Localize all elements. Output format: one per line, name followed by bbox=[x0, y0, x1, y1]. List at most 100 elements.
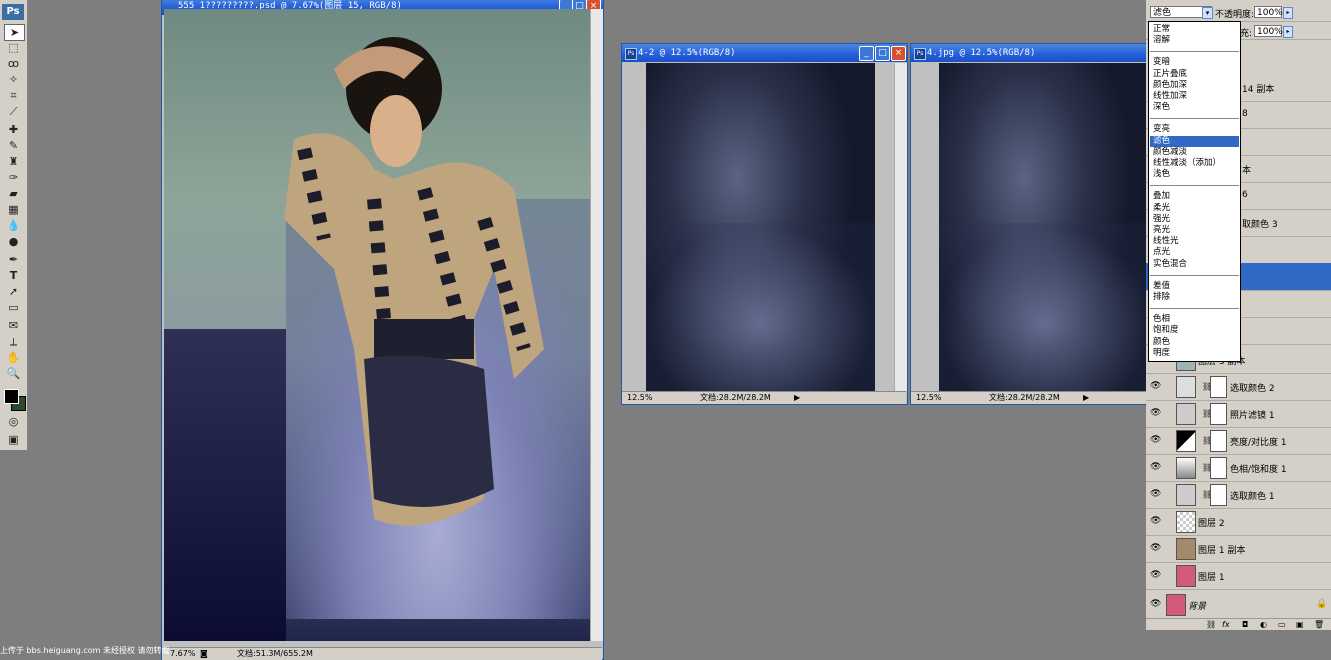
layer-row[interactable]: 👁 图层 1 副本 bbox=[1146, 535, 1331, 563]
foreground-color-swatch[interactable] bbox=[4, 389, 19, 404]
pen-tool-icon[interactable]: ✒ bbox=[4, 252, 23, 267]
layer-mask-thumbnail[interactable] bbox=[1210, 376, 1227, 398]
doc3-window[interactable]: 4.jpg @ 12.5%(RGB/8) Ps 12.5% 文档:28.2M/2… bbox=[910, 43, 1152, 405]
layer-row[interactable]: 👁 背景 🔒 bbox=[1146, 591, 1331, 619]
blend-mode-option[interactable]: 滤色 bbox=[1150, 135, 1239, 147]
chevron-right-icon[interactable]: ▸ bbox=[1283, 7, 1293, 19]
fill-input[interactable]: 100% bbox=[1254, 25, 1283, 37]
blend-mode-option[interactable]: 线性加深 bbox=[1150, 91, 1239, 102]
doc2-zoom-readout[interactable]: 12.5% bbox=[627, 392, 652, 404]
blend-mode-option[interactable]: 柔光 bbox=[1150, 203, 1239, 214]
eye-icon[interactable]: 👁 bbox=[1150, 489, 1161, 499]
chevron-down-icon[interactable]: ▾ bbox=[1202, 7, 1213, 19]
doc3-zoom-readout[interactable]: 12.5% bbox=[916, 392, 941, 404]
layer-mask-thumbnail[interactable] bbox=[1210, 403, 1227, 425]
clone-stamp-tool-icon[interactable]: ♜ bbox=[4, 154, 23, 169]
notes-tool-icon[interactable]: ✉ bbox=[4, 318, 23, 333]
group-folder-icon[interactable]: ▭ bbox=[1278, 620, 1286, 629]
screen-mode-icon[interactable]: ▣ bbox=[4, 432, 23, 447]
adjustment-layer-icon[interactable]: ◐ bbox=[1260, 620, 1267, 629]
slice-tool-icon[interactable]: ⟋ bbox=[4, 104, 23, 119]
close-icon[interactable]: × bbox=[891, 46, 906, 61]
blend-mode-dropdown[interactable]: 正常 溶解 变暗 正片叠底 颜色加深 线性加深 深色 变亮 滤色 颜色减淡 线性减淡（添加） 浅色 叠加… bbox=[1148, 21, 1241, 362]
brush-tool-icon[interactable]: ✎ bbox=[4, 138, 23, 153]
blend-mode-option[interactable]: 点光 bbox=[1150, 247, 1239, 258]
blend-mode-option[interactable]: 排除 bbox=[1150, 292, 1239, 303]
zoom-tool-icon[interactable]: 🔍 bbox=[4, 366, 23, 381]
layer-row[interactable]: 👁 ⛓ 照片滤镜 1 bbox=[1146, 400, 1331, 428]
layer-mask-thumbnail[interactable] bbox=[1210, 457, 1227, 479]
eye-icon[interactable]: 👁 bbox=[1150, 543, 1161, 553]
eraser-tool-icon[interactable]: ▰ bbox=[4, 186, 23, 201]
layer-row[interactable]: 👁 ⛓ 色相/饱和度 1 bbox=[1146, 454, 1331, 482]
blend-mode-option[interactable]: 差值 bbox=[1150, 281, 1239, 292]
blend-mode-option[interactable]: 实色混合 bbox=[1150, 259, 1239, 270]
blend-mode-option[interactable]: 叠加 bbox=[1150, 191, 1239, 202]
blend-mode-option[interactable]: 变暗 bbox=[1150, 57, 1239, 68]
doc3-canvas-smoke-image[interactable] bbox=[939, 63, 1151, 391]
eye-icon[interactable]: 👁 bbox=[1150, 462, 1161, 472]
status-arrow-icon[interactable]: ▶ bbox=[794, 392, 800, 404]
path-selection-tool-icon[interactable]: ➚ bbox=[4, 284, 23, 299]
history-brush-tool-icon[interactable]: ✑ bbox=[4, 170, 23, 185]
eye-icon[interactable]: 👁 bbox=[1150, 435, 1161, 445]
blend-mode-option[interactable]: 强光 bbox=[1150, 214, 1239, 225]
fx-icon[interactable]: fx bbox=[1222, 620, 1230, 629]
eye-icon[interactable]: 👁 bbox=[1150, 599, 1161, 609]
main-vertical-scrollbar[interactable] bbox=[590, 9, 603, 641]
main-document-window[interactable]: 555_1?????????.psd @ 7.67%(图层 15, RGB/8)… bbox=[161, 0, 604, 660]
crop-tool-icon[interactable]: ⌗ bbox=[4, 88, 23, 103]
blend-mode-option[interactable]: 深色 bbox=[1150, 102, 1239, 113]
blend-mode-option[interactable]: 色相 bbox=[1150, 314, 1239, 325]
layer-row[interactable]: 👁 ⛓ 选取颜色 2 bbox=[1146, 373, 1331, 401]
layer-mask-thumbnail[interactable] bbox=[1210, 430, 1227, 452]
blend-mode-option[interactable]: 饱和度 bbox=[1150, 325, 1239, 336]
blend-mode-option[interactable]: 线性减淡（添加） bbox=[1150, 158, 1239, 169]
chevron-right-icon[interactable]: ▸ bbox=[1283, 26, 1293, 38]
eye-icon[interactable]: 👁 bbox=[1150, 408, 1161, 418]
doc2-canvas-smoke-image[interactable] bbox=[646, 63, 875, 391]
eye-icon[interactable]: 👁 bbox=[1150, 516, 1161, 526]
doc2-vertical-scrollbar[interactable] bbox=[894, 63, 907, 391]
blend-mode-option[interactable]: 亮光 bbox=[1150, 225, 1239, 236]
doc2-window[interactable]: 4-2 @ 12.5%(RGB/8) Ps _ □ × 12.5% 文档:28.… bbox=[621, 43, 908, 405]
lasso-tool-icon[interactable]: ꝏ bbox=[4, 56, 23, 71]
minimize-icon[interactable]: _ bbox=[859, 46, 874, 61]
blend-mode-option[interactable]: 颜色 bbox=[1150, 337, 1239, 348]
blend-mode-option[interactable]: 浅色 bbox=[1150, 169, 1239, 180]
blend-mode-option[interactable]: 溶解 bbox=[1150, 35, 1239, 46]
status-arrow-icon[interactable]: ▶ bbox=[1083, 392, 1089, 404]
layer-row[interactable]: 👁 ⛓ 选取颜色 1 bbox=[1146, 481, 1331, 509]
hand-tool-icon[interactable]: ✋ bbox=[4, 350, 23, 365]
blend-mode-option[interactable]: 明度 bbox=[1150, 348, 1239, 359]
layer-row[interactable]: 👁 ⛓ 亮度/对比度 1 bbox=[1146, 427, 1331, 455]
magic-wand-tool-icon[interactable]: ✧ bbox=[4, 72, 23, 87]
trash-icon[interactable]: 🗑 bbox=[1314, 620, 1324, 629]
mask-icon[interactable]: ◘ bbox=[1242, 620, 1248, 629]
status-menu-icon[interactable]: ◙ bbox=[200, 648, 208, 660]
quick-mask-icon[interactable]: ◎ bbox=[4, 414, 23, 429]
healing-brush-tool-icon[interactable]: ✚ bbox=[4, 122, 23, 137]
layer-mask-thumbnail[interactable] bbox=[1210, 484, 1227, 506]
eyedropper-tool-icon[interactable]: ⟂ bbox=[4, 334, 23, 349]
eye-icon[interactable]: 👁 bbox=[1150, 381, 1161, 391]
maximize-icon[interactable]: □ bbox=[875, 46, 890, 61]
blend-mode-option[interactable]: 颜色加深 bbox=[1150, 80, 1239, 91]
blend-mode-option[interactable]: 正常 bbox=[1150, 24, 1239, 35]
doc3-title[interactable]: 4.jpg @ 12.5%(RGB/8) bbox=[911, 44, 1151, 62]
eye-icon[interactable]: 👁 bbox=[1150, 570, 1161, 580]
move-tool-icon[interactable]: ➤ bbox=[4, 24, 25, 41]
layer-row[interactable]: 👁 图层 1 bbox=[1146, 562, 1331, 590]
blend-mode-option[interactable]: 正片叠底 bbox=[1150, 69, 1239, 80]
shape-tool-icon[interactable]: ▭ bbox=[4, 300, 23, 315]
blend-mode-option[interactable]: 颜色减淡 bbox=[1150, 147, 1239, 158]
dodge-tool-icon[interactable]: ● bbox=[4, 234, 23, 249]
gradient-tool-icon[interactable]: ▦ bbox=[4, 202, 23, 217]
opacity-input[interactable]: 100% bbox=[1254, 6, 1283, 18]
main-canvas[interactable] bbox=[164, 9, 590, 641]
blur-tool-icon[interactable]: 💧 bbox=[4, 218, 23, 233]
blend-mode-option[interactable]: 线性光 bbox=[1150, 236, 1239, 247]
marquee-tool-icon[interactable]: ⬚ bbox=[4, 40, 23, 55]
new-layer-icon[interactable]: ▣ bbox=[1296, 620, 1304, 629]
layer-row[interactable]: 👁 图层 2 bbox=[1146, 508, 1331, 536]
